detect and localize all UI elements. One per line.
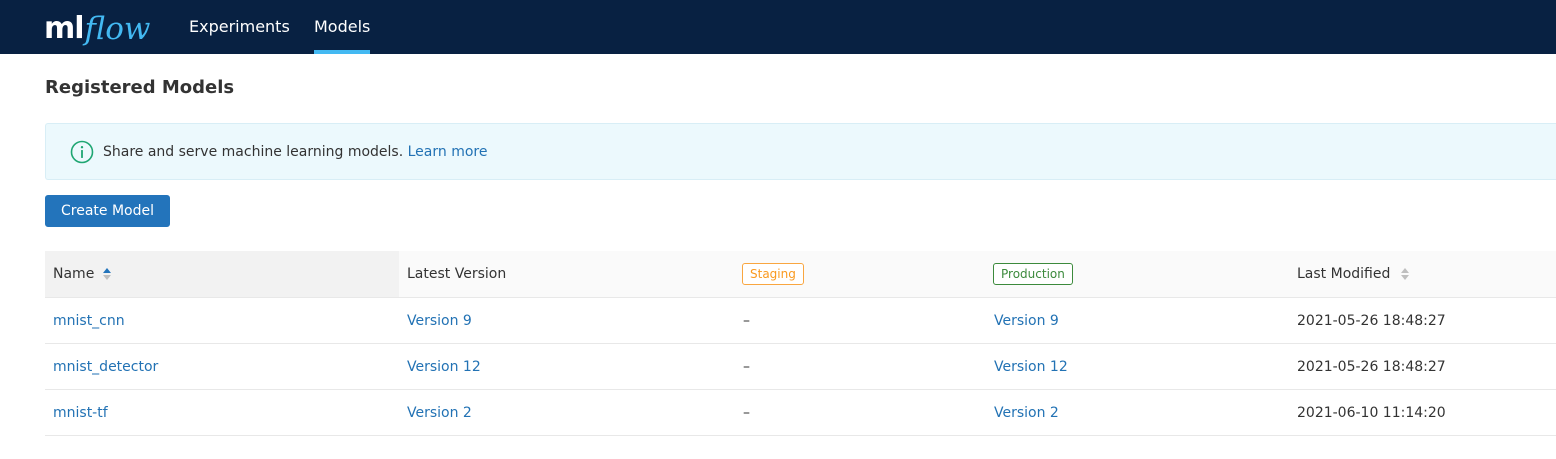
nav-models[interactable]: Models xyxy=(314,17,370,37)
latest-version-link[interactable]: Version 9 xyxy=(407,312,472,330)
top-nav-bar: ml flow Experiments Models xyxy=(0,0,1556,54)
mlflow-logo[interactable]: ml flow xyxy=(44,3,150,47)
latest-version-link[interactable]: Version 12 xyxy=(407,358,481,376)
sort-icon[interactable] xyxy=(1401,268,1409,280)
last-modified-cell: 2021-06-10 11:14:20 xyxy=(1297,405,1446,421)
table-header: Name Latest Version Staging Production L… xyxy=(45,251,1556,298)
table-row: mnist-tf Version 2 – Version 2 2021-06-1… xyxy=(45,390,1556,436)
table-row: mnist_cnn Version 9 – Version 9 2021-05-… xyxy=(45,298,1556,344)
info-circle-icon xyxy=(70,140,94,164)
production-version-link[interactable]: Version 9 xyxy=(994,312,1059,330)
staging-version-cell: – xyxy=(743,405,750,421)
model-name-link[interactable]: mnist_detector xyxy=(53,358,158,376)
production-version-link[interactable]: Version 2 xyxy=(994,404,1059,422)
header-name[interactable]: Name xyxy=(53,265,94,283)
name-column-header[interactable] xyxy=(45,251,399,297)
logo-flow-text: flow xyxy=(84,11,151,47)
staging-tag: Staging xyxy=(742,263,804,285)
sort-ascending-icon[interactable] xyxy=(103,268,111,280)
last-modified-cell: 2021-05-26 18:48:27 xyxy=(1297,359,1446,375)
header-latest-version: Latest Version xyxy=(407,266,507,282)
info-banner: Share and serve machine learning models.… xyxy=(45,123,1556,180)
last-modified-cell: 2021-05-26 18:48:27 xyxy=(1297,313,1446,329)
header-last-modified[interactable]: Last Modified xyxy=(1297,265,1390,283)
nav-experiments[interactable]: Experiments xyxy=(189,17,290,37)
page-title: Registered Models xyxy=(45,77,235,98)
active-nav-indicator xyxy=(314,50,370,54)
registered-models-table: Name Latest Version Staging Production L… xyxy=(45,251,1556,436)
model-name-link[interactable]: mnist_cnn xyxy=(53,312,125,330)
banner-message: Share and serve machine learning models.… xyxy=(103,143,487,161)
latest-version-link[interactable]: Version 2 xyxy=(407,404,472,422)
learn-more-link[interactable]: Learn more xyxy=(408,144,488,160)
production-version-link[interactable]: Version 12 xyxy=(994,358,1068,376)
table-row: mnist_detector Version 12 – Version 12 2… xyxy=(45,344,1556,390)
banner-text: Share and serve machine learning models. xyxy=(103,144,404,160)
create-model-button[interactable]: Create Model xyxy=(45,195,170,227)
logo-ml-text: ml xyxy=(44,11,85,46)
staging-version-cell: – xyxy=(743,359,750,375)
staging-version-cell: – xyxy=(743,313,750,329)
production-tag: Production xyxy=(993,263,1073,285)
model-name-link[interactable]: mnist-tf xyxy=(53,404,108,422)
